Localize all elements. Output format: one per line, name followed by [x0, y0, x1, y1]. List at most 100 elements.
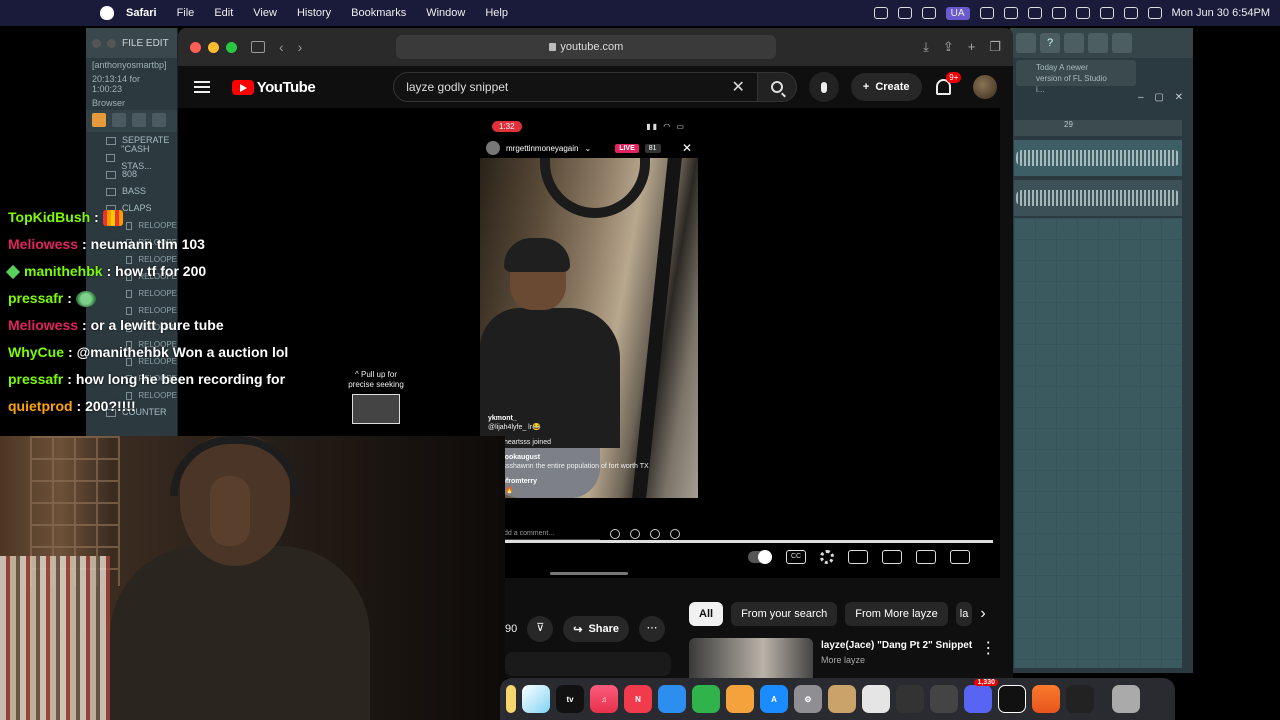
close-window-icon[interactable]: [190, 41, 201, 53]
steering-icon[interactable]: [930, 685, 958, 713]
tab-overview-icon[interactable]: ❐: [989, 39, 1001, 55]
news-icon[interactable]: N: [624, 685, 652, 713]
rec-thumbnail[interactable]: [689, 638, 813, 678]
new-tab-icon[interactable]: +: [968, 39, 976, 55]
mic-icon[interactable]: [1016, 33, 1036, 53]
search-input[interactable]: layze godly snippet ✕: [393, 72, 758, 102]
autoplay-toggle[interactable]: [748, 550, 772, 564]
apple-icon[interactable]: [100, 6, 114, 20]
broadcast-icon[interactable]: [897, 7, 912, 19]
appstore-icon[interactable]: A: [760, 685, 788, 713]
music-icon[interactable]: ♫: [590, 685, 618, 713]
activity-icon[interactable]: [1066, 685, 1094, 713]
finder-icon[interactable]: [506, 685, 516, 713]
address-bar[interactable]: youtube.com: [396, 35, 777, 59]
chevron-right-icon[interactable]: ›: [980, 605, 985, 623]
forward-icon[interactable]: ›: [298, 39, 303, 55]
download-icon[interactable]: ⤓: [923, 39, 929, 55]
menu-window[interactable]: Window: [426, 7, 465, 19]
video-progress-bar[interactable]: [503, 540, 993, 543]
roblox-icon[interactable]: [862, 685, 890, 713]
rec-title[interactable]: layze(Jace) "Dang Pt 2" Snippet: [821, 640, 972, 651]
playlist-grid[interactable]: [1014, 218, 1182, 668]
zoom-window-icon[interactable]: [226, 41, 237, 53]
captions-icon[interactable]: CC: [786, 550, 806, 564]
numbers-icon[interactable]: [692, 685, 720, 713]
capcut-icon[interactable]: [998, 685, 1026, 713]
settings-icon[interactable]: ⚙: [794, 685, 822, 713]
fullscreen-icon[interactable]: [950, 550, 970, 564]
fl-folder[interactable]: BASS: [106, 183, 177, 200]
keynote-icon[interactable]: [658, 685, 686, 713]
fl-menu-title[interactable]: FILE EDIT: [122, 38, 169, 49]
trash-icon[interactable]: [1112, 685, 1140, 713]
chip-all[interactable]: All: [689, 602, 724, 626]
pages-icon[interactable]: [726, 685, 754, 713]
avatar[interactable]: [973, 75, 997, 99]
controller-icon[interactable]: [896, 685, 924, 713]
sidebar-icon[interactable]: [251, 41, 265, 53]
create-button[interactable]: + Create: [850, 73, 922, 101]
rec-channel[interactable]: More layze: [821, 655, 972, 665]
clock[interactable]: Mon Jun 30 6:54PM: [1172, 7, 1270, 19]
help-icon[interactable]: ?: [1040, 33, 1060, 53]
chip-partial[interactable]: la: [955, 602, 973, 626]
menu-bookmarks[interactable]: Bookmarks: [351, 7, 406, 19]
recommended-video[interactable]: layze(Jace) "Dang Pt 2" Snippet More lay…: [689, 638, 996, 678]
chip-from-search[interactable]: From your search: [731, 602, 838, 626]
search-button[interactable]: [757, 72, 798, 102]
screen-record-icon[interactable]: [921, 7, 936, 19]
battery-icon[interactable]: [1075, 7, 1090, 19]
window-icon[interactable]: [1051, 7, 1066, 19]
window-controls-icon[interactable]: – ▢ ✕: [1138, 92, 1187, 103]
vpn-icon[interactable]: [979, 7, 994, 19]
fl-star-icon[interactable]: [152, 113, 166, 127]
download-icon[interactable]: [1112, 33, 1132, 53]
minimize-window-icon[interactable]: [208, 41, 219, 53]
menu-edit[interactable]: Edit: [214, 7, 233, 19]
menu-view[interactable]: View: [253, 7, 277, 19]
scrub-handle[interactable]: [550, 572, 628, 575]
miniplayer-icon[interactable]: [848, 550, 868, 564]
input-source-badge[interactable]: UA: [945, 6, 970, 20]
appletv-icon[interactable]: tv: [556, 685, 584, 713]
bolt-icon[interactable]: [873, 7, 888, 19]
airplay-icon[interactable]: [916, 550, 936, 564]
fl-folder[interactable]: "CASH STAS...: [106, 144, 177, 171]
play-circle-icon[interactable]: [1027, 7, 1042, 19]
freeform-icon[interactable]: [522, 685, 550, 713]
clear-search-icon[interactable]: ✕: [732, 77, 745, 97]
wifi-icon[interactable]: [1099, 7, 1114, 19]
more-options-icon[interactable]: ⋯: [639, 616, 666, 642]
menu-history[interactable]: History: [297, 7, 331, 19]
dislike-icon[interactable]: ⊽: [527, 616, 554, 642]
menu-app-name[interactable]: Safari: [126, 7, 157, 19]
flstudio-icon[interactable]: [1032, 685, 1060, 713]
chip-from-more-layze[interactable]: From More layze: [845, 602, 948, 626]
mixer-icon[interactable]: [1088, 33, 1108, 53]
archive-icon[interactable]: [828, 685, 856, 713]
discord-icon[interactable]: 1,330: [964, 679, 998, 713]
share-icon[interactable]: ⇪: [943, 39, 954, 55]
back-icon[interactable]: ‹: [279, 39, 284, 55]
fl-plugin-icon[interactable]: [132, 113, 146, 127]
menu-icon[interactable]: [194, 81, 210, 93]
save-icon[interactable]: [1064, 33, 1084, 53]
playlist-track[interactable]: [1014, 180, 1182, 216]
fl-snap-icon[interactable]: [92, 113, 106, 127]
share-button[interactable]: ↪ Share: [563, 616, 630, 642]
control-center-icon[interactable]: [1147, 7, 1162, 19]
notifications-icon[interactable]: 9+: [935, 72, 962, 95]
playlist-track[interactable]: [1014, 140, 1182, 176]
fl-news-ticker[interactable]: Today A newer version of FL Studio i...: [1016, 60, 1136, 94]
youtube-logo[interactable]: YouTube: [231, 79, 316, 96]
search-icon[interactable]: [1123, 7, 1138, 19]
settings-gear-icon[interactable]: [820, 550, 834, 564]
playlist-timeline[interactable]: 29: [1014, 120, 1182, 136]
voice-search-button[interactable]: [809, 72, 839, 102]
fl-folder-icon[interactable]: [112, 113, 126, 127]
moon-icon[interactable]: [1003, 7, 1018, 19]
menu-file[interactable]: File: [177, 7, 195, 19]
menu-help[interactable]: Help: [485, 7, 508, 19]
theater-mode-icon[interactable]: [882, 550, 902, 564]
